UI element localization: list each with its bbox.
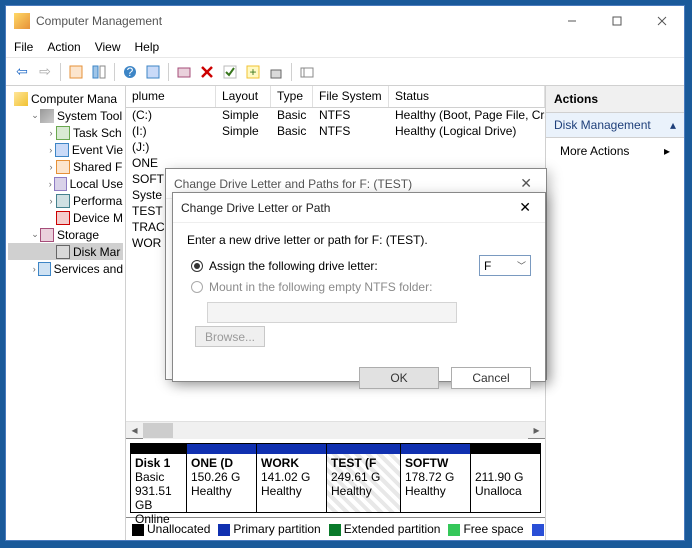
scroll-left-button[interactable]: ◂: [126, 422, 143, 439]
menu-view[interactable]: View: [95, 40, 121, 54]
tree-shared-folders[interactable]: ›Shared F: [8, 158, 123, 175]
col-volume[interactable]: plume: [126, 86, 216, 107]
tree-disk-management[interactable]: Disk Mar: [8, 243, 123, 260]
delete-button[interactable]: [197, 62, 217, 82]
col-type[interactable]: Type: [271, 86, 313, 107]
tree-services[interactable]: ›Services and: [8, 260, 123, 277]
drive-letter-select[interactable]: F ﹀: [479, 255, 531, 276]
dialog1-title: Change Drive Letter and Paths for F: (TE…: [174, 177, 412, 191]
tree-device-manager[interactable]: Device M: [8, 209, 123, 226]
action-more-actions[interactable]: More Actions ▸: [546, 138, 684, 164]
settings-button[interactable]: [297, 62, 317, 82]
forward-button: ⇨: [35, 62, 55, 82]
assign-letter-option[interactable]: Assign the following drive letter: F ﹀: [191, 255, 531, 276]
partition[interactable]: ONE (D150.26 GHealthy: [187, 443, 257, 513]
menubar: File Action View Help: [6, 36, 684, 58]
disk-size: 931.51 GB: [135, 484, 172, 512]
scroll-thumb[interactable]: [143, 423, 173, 438]
collapse-icon: ▴: [670, 118, 676, 132]
tree-root[interactable]: Computer Mana: [8, 90, 123, 107]
radio-mount-icon[interactable]: [191, 281, 203, 293]
mount-folder-option[interactable]: Mount in the following empty NTFS folder…: [191, 280, 531, 294]
menu-file[interactable]: File: [14, 40, 33, 54]
app-icon: [14, 13, 30, 29]
disk-info[interactable]: Disk 1 Basic 931.51 GB Online: [130, 443, 187, 513]
dialog2-close-button[interactable]: ✕: [513, 199, 537, 216]
col-layout[interactable]: Layout: [216, 86, 271, 107]
chevron-right-icon: ▸: [664, 144, 670, 158]
window-title: Computer Management: [36, 14, 549, 28]
dialog1-close-button[interactable]: ✕: [514, 175, 538, 192]
col-filesystem[interactable]: File System: [313, 86, 389, 107]
close-button[interactable]: [639, 7, 684, 36]
dialog2-titlebar[interactable]: Change Drive Letter or Path ✕: [173, 193, 545, 223]
partition[interactable]: SOFTW178.72 GHealthy: [401, 443, 471, 513]
maximize-button[interactable]: [594, 7, 639, 36]
volume-row[interactable]: (J:): [126, 140, 545, 156]
tree-storage[interactable]: ⌄Storage: [8, 226, 123, 243]
action-group-disk-management[interactable]: Disk Management ▴: [546, 113, 684, 138]
scroll-right-button[interactable]: ▸: [528, 422, 545, 439]
tree-event-viewer[interactable]: ›Event Vie: [8, 141, 123, 158]
toolbar: ⇦ ⇨ ? +: [6, 58, 684, 86]
browse-button: Browse...: [195, 326, 265, 347]
action-pane-button[interactable]: [143, 62, 163, 82]
mount-path-input: [207, 302, 457, 323]
disk-1-panel[interactable]: Disk 1 Basic 931.51 GB Online ONE (D150.…: [126, 439, 545, 517]
dialog2-title: Change Drive Letter or Path: [181, 201, 330, 215]
chevron-down-icon: ﹀: [517, 259, 526, 272]
menu-action[interactable]: Action: [47, 40, 80, 54]
scroll-track[interactable]: [143, 422, 528, 439]
svg-text:+: +: [249, 65, 256, 79]
refresh-button[interactable]: [174, 62, 194, 82]
disk-label: Disk 1: [135, 456, 170, 470]
partition[interactable]: 211.90 GUnalloca: [471, 443, 541, 513]
partition-strip: ONE (D150.26 GHealthyWORK141.02 GHealthy…: [187, 443, 541, 513]
actions-pane: Actions Disk Management ▴ More Actions ▸: [546, 86, 684, 540]
actions-header: Actions: [546, 86, 684, 113]
radio-assign-icon[interactable]: [191, 260, 203, 272]
disk-graphic-section: Disk 1 Basic 931.51 GB Online ONE (D150.…: [126, 438, 545, 540]
help-button[interactable]: ?: [120, 62, 140, 82]
tree-system-tools[interactable]: ⌄System Tool: [8, 107, 123, 124]
tree-task-scheduler[interactable]: ›Task Sch: [8, 124, 123, 141]
check-button[interactable]: [220, 62, 240, 82]
disk-type: Basic: [135, 470, 164, 484]
volume-row[interactable]: (C:)SimpleBasicNTFSHealthy (Boot, Page F…: [126, 108, 545, 124]
minimize-button[interactable]: [549, 7, 594, 36]
tree-performance[interactable]: ›Performa: [8, 192, 123, 209]
volume-row[interactable]: (I:)SimpleBasicNTFSHealthy (Logical Driv…: [126, 124, 545, 140]
titlebar[interactable]: Computer Management: [6, 6, 684, 36]
dialog2-ok-button[interactable]: OK: [359, 367, 439, 389]
svg-text:?: ?: [127, 65, 134, 79]
dialog2-cancel-button[interactable]: Cancel: [451, 367, 531, 389]
volume-grid-header[interactable]: plume Layout Type File System Status: [126, 86, 545, 108]
show-hide-tree-button[interactable]: [66, 62, 86, 82]
legend: Unallocated Primary partition Extended p…: [126, 517, 545, 540]
partition[interactable]: WORK141.02 GHealthy: [257, 443, 327, 513]
back-button[interactable]: ⇦: [12, 62, 32, 82]
new-button[interactable]: +: [243, 62, 263, 82]
tree-local-users[interactable]: ›Local Use: [8, 175, 123, 192]
change-letter-dialog: Change Drive Letter or Path ✕ Enter a ne…: [172, 192, 546, 382]
menu-help[interactable]: Help: [135, 40, 160, 54]
navigation-tree[interactable]: Computer Mana ⌄System Tool ›Task Sch ›Ev…: [6, 86, 126, 540]
properties-button[interactable]: [89, 62, 109, 82]
horizontal-scrollbar[interactable]: ◂ ▸: [126, 421, 545, 438]
dialog2-instruction: Enter a new drive letter or path for F: …: [187, 233, 531, 247]
col-status[interactable]: Status: [389, 86, 545, 107]
partition[interactable]: TEST (F249.61 GHealthy: [327, 443, 401, 513]
mount-button[interactable]: [266, 62, 286, 82]
